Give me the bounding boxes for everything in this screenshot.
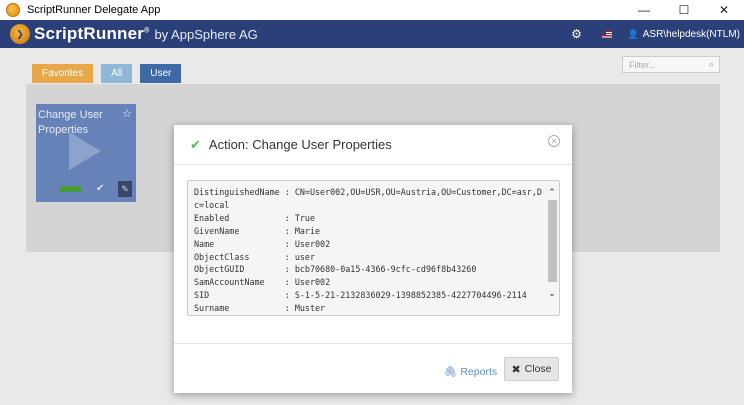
window-close-button[interactable]: ✕ [704,0,744,20]
maximize-button[interactable]: ☐ [664,0,704,20]
tab-favorites[interactable]: Favorites [32,64,94,83]
us-flag-icon[interactable] [601,30,612,38]
window-title: ScriptRunner Delegate App [27,4,161,16]
app-icon [6,3,20,17]
close-icon: ✖ [511,363,521,376]
action-result-modal: ✔ Action: Change User Properties ✕ Disti… [174,125,572,393]
output-line: Surname : Muster [194,303,326,314]
output-line: GivenName : Marie [194,225,321,236]
output-line: c=local [194,199,230,210]
app-header: ❯ ScriptRunner® by AppSphere AG ⚙ 👤 ASR\… [0,20,744,48]
brand-name: ScriptRunner® [34,24,149,44]
filter-placeholder: Filter... [629,59,657,70]
scriptrunner-logo-icon: ❯ [10,24,30,44]
filter-input[interactable]: Filter... ⌕ [622,56,720,73]
output-box[interactable]: DistinguishedName : CN=User002,OU=USR,OU… [187,180,560,316]
reports-label: Reports [460,365,498,378]
output-line: Name : User002 [194,238,331,249]
close-button[interactable]: ✖ Close [504,357,559,381]
minimize-button[interactable]: — [624,0,664,20]
success-check-icon: ✔ [190,136,201,152]
modal-footer: 🖇 Reports ✖ Close [174,343,572,393]
chevron-down-icon[interactable]: ⌄ [545,287,559,299]
tab-user[interactable]: User [140,64,182,83]
output-line: SID : S-1-5-21-2132836029-1398852385-422… [194,290,527,301]
user-name[interactable]: ASR\helpdesk(NTLM) [643,29,740,40]
filter-tabs: Favorites All User [32,64,182,83]
user-icon: 👤 [627,28,639,39]
brand-trademark: ® [144,27,150,35]
scroll-thumb[interactable] [548,200,557,282]
status-bar [60,186,82,192]
modal-close-icon[interactable]: ✕ [548,135,560,147]
tab-all[interactable]: All [101,64,133,83]
output-text: DistinguishedName : CN=User002,OU=USR,OU… [194,186,546,315]
paperclip-icon: 🖇 [444,366,458,378]
gear-icon[interactable]: ⚙ [570,27,584,41]
star-icon[interactable]: ☆ [122,107,132,120]
output-line: SamAccountName : User002 [194,277,331,288]
window-controls: — ☐ ✕ [624,0,744,20]
window-titlebar: ScriptRunner Delegate App — ☐ ✕ [0,0,744,20]
check-icon: ✔ [96,183,105,194]
action-tile-change-user-properties[interactable]: Change User Properties ☆ ✔ ✎ [36,104,136,202]
brand-name-text: ScriptRunner [34,24,145,43]
header-right: ⚙ 👤 ASR\helpdesk(NTLM) [570,20,744,48]
modal-header: ✔ Action: Change User Properties ✕ [174,125,572,165]
play-icon[interactable] [69,132,101,170]
modal-title: Action: Change User Properties [208,137,392,152]
close-label: Close [524,363,552,375]
output-line: Enabled : True [194,212,316,223]
search-icon: ⌕ [708,59,714,69]
paperclip-icon[interactable]: ✎ [118,181,132,197]
chevron-up-icon[interactable]: ⌃ [545,186,559,198]
output-scrollbar[interactable]: ⌃ ⌄ [545,181,559,315]
output-line: ObjectClass : user [194,251,316,262]
output-line: ObjectGUID : bcb70680-0a15-4366-9cfc-cd9… [194,264,477,275]
brand-by-text: by AppSphere AG [154,26,258,42]
reports-link[interactable]: 🖇 Reports [444,365,498,379]
output-line: DistinguishedName : CN=User002,OU=USR,OU… [194,187,542,197]
